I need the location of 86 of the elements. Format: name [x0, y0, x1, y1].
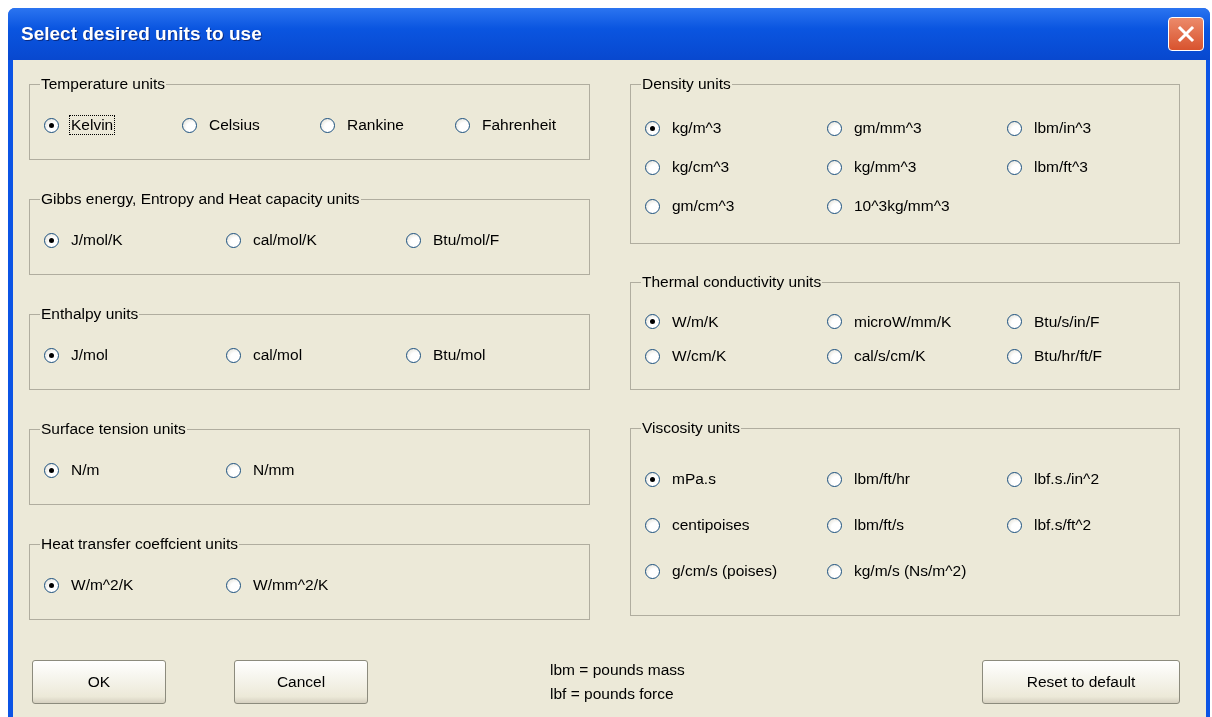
- option-label: mPa.s: [671, 469, 717, 489]
- group-title: Thermal conductivity units: [641, 273, 823, 291]
- option-label: W/cm/K: [671, 346, 728, 367]
- radio-button[interactable]: [645, 471, 660, 487]
- radio-button[interactable]: [827, 198, 842, 214]
- option-label: Btu/mol/F: [432, 230, 501, 250]
- radio-button[interactable]: [1007, 471, 1022, 487]
- option-label: kg/m^3: [671, 118, 723, 138]
- radio-button[interactable]: [827, 348, 842, 364]
- radio-button[interactable]: [645, 314, 660, 330]
- radio-button[interactable]: [827, 563, 842, 579]
- option-label: 10^3kg/mm^3: [853, 196, 951, 216]
- radio-button[interactable]: [645, 159, 660, 175]
- option-label: lbm/ft/s: [853, 515, 905, 535]
- option-label: Fahrenheit: [481, 115, 558, 135]
- radio-button[interactable]: [827, 517, 842, 533]
- option-label: Celsius: [208, 115, 261, 135]
- radio-button[interactable]: [827, 159, 842, 175]
- radio-button[interactable]: [1007, 159, 1022, 175]
- radio-button[interactable]: [44, 347, 59, 363]
- radio-button[interactable]: [44, 232, 59, 248]
- radio-button[interactable]: [1007, 314, 1022, 330]
- option-label: microW/mm/K: [853, 311, 953, 332]
- ok-button[interactable]: OK: [32, 660, 166, 704]
- option-label: Rankine: [346, 115, 405, 135]
- reset-button[interactable]: Reset to default: [982, 660, 1180, 704]
- group-title: Gibbs energy, Entropy and Heat capacity units: [40, 190, 361, 208]
- radio-button[interactable]: [182, 117, 197, 133]
- option-label: lbf.s/ft^2: [1033, 515, 1093, 535]
- option-label: kg/m/s (Ns/m^2): [853, 561, 968, 581]
- option-label: Kelvin: [69, 115, 116, 135]
- option-label: gm/cm^3: [671, 196, 736, 216]
- radio-button[interactable]: [44, 462, 59, 478]
- radio-button[interactable]: [44, 117, 59, 133]
- radio-button[interactable]: [645, 517, 660, 533]
- option-label: kg/cm^3: [671, 157, 731, 177]
- option-label: lbf.s./in^2: [1033, 469, 1100, 489]
- group-title: Density units: [641, 75, 732, 93]
- radio-button[interactable]: [44, 577, 59, 593]
- radio-button[interactable]: [226, 462, 241, 478]
- legend-note: lbf = pounds force: [550, 685, 675, 703]
- option-label: gm/mm^3: [853, 118, 923, 138]
- radio-button[interactable]: [226, 232, 241, 248]
- option-label: W/m^2/K: [70, 575, 135, 595]
- option-label: Btu/mol: [432, 345, 487, 365]
- option-label: W/mm^2/K: [252, 575, 330, 595]
- option-label: kg/mm^3: [853, 157, 918, 177]
- radio-button[interactable]: [226, 347, 241, 363]
- option-label: cal/mol/K: [252, 230, 318, 250]
- window-title: Select desired units to use: [20, 23, 262, 45]
- radio-button[interactable]: [406, 232, 421, 248]
- radio-button[interactable]: [455, 117, 470, 133]
- radio-button[interactable]: [645, 348, 660, 364]
- legend-note: lbm = pounds mass: [550, 661, 685, 679]
- radio-button[interactable]: [645, 198, 660, 214]
- option-label: centipoises: [671, 515, 751, 535]
- radio-button[interactable]: [645, 563, 660, 579]
- close-button[interactable]: [1168, 17, 1204, 51]
- option-label: Btu/s/in/F: [1033, 311, 1101, 332]
- group-title: Enthalpy units: [40, 305, 140, 323]
- option-label: W/m/K: [671, 311, 720, 332]
- option-label: cal/s/cm/K: [853, 346, 927, 367]
- radio-button[interactable]: [1007, 120, 1022, 136]
- option-label: lbm/ft^3: [1033, 157, 1089, 177]
- option-label: g/cm/s (poises): [671, 561, 779, 581]
- option-label: N/m: [70, 460, 101, 480]
- radio-button[interactable]: [406, 347, 421, 363]
- option-label: lbm/ft/hr: [853, 469, 911, 489]
- radio-button[interactable]: [226, 577, 241, 593]
- group-title: Viscosity units: [641, 419, 741, 437]
- cancel-button[interactable]: Cancel: [234, 660, 368, 704]
- radio-button[interactable]: [645, 120, 660, 136]
- radio-button[interactable]: [1007, 517, 1022, 533]
- radio-button[interactable]: [320, 117, 335, 133]
- radio-button[interactable]: [827, 120, 842, 136]
- option-label: Btu/hr/ft/F: [1033, 346, 1104, 367]
- close-icon: [1177, 25, 1195, 43]
- option-label: N/mm: [252, 460, 296, 480]
- radio-button[interactable]: [827, 471, 842, 487]
- radio-button[interactable]: [1007, 348, 1022, 364]
- option-label: J/mol/K: [70, 230, 124, 250]
- group-title: Temperature units: [40, 75, 167, 93]
- option-label: cal/mol: [252, 345, 304, 365]
- radio-button[interactable]: [827, 314, 842, 330]
- option-label: lbm/in^3: [1033, 118, 1093, 138]
- option-label: J/mol: [70, 345, 110, 365]
